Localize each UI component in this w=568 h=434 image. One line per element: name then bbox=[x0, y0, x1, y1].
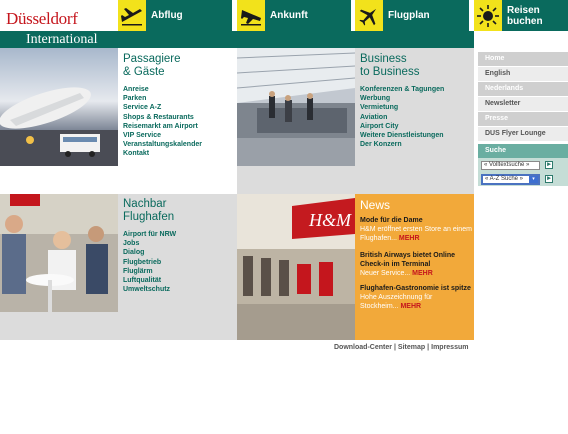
business-links: Konferenzen & Tagungen Werbung Vermietun… bbox=[360, 85, 444, 149]
nav-reisen-label-line2: buchen bbox=[507, 15, 543, 27]
nav-reisen-buchen-button[interactable]: Reisen buchen bbox=[474, 0, 568, 31]
sidebar-item-presse[interactable]: Presse bbox=[478, 112, 568, 126]
terminal-counter-photo[interactable] bbox=[237, 48, 355, 166]
link-anreise[interactable]: Anreise bbox=[123, 85, 202, 94]
link-parken[interactable]: Parken bbox=[123, 94, 202, 103]
chevron-down-icon[interactable]: ▾ bbox=[529, 176, 538, 183]
nav-ankunft-label: Ankunft bbox=[270, 10, 308, 21]
news-item[interactable]: Mode für die Dame H&M eröffnet ersten St… bbox=[360, 216, 472, 243]
logo-dusseldorf[interactable]: Düsseldorf bbox=[6, 10, 78, 27]
nav-flugplan-button[interactable]: Flugplan bbox=[355, 0, 469, 31]
footer-download-center[interactable]: Download-Center bbox=[334, 344, 392, 351]
nav-abflug-button[interactable]: Abflug bbox=[118, 0, 232, 31]
passagiere-title[interactable]: Passagiere & Gäste bbox=[123, 53, 181, 79]
plane-icon bbox=[355, 0, 383, 31]
link-flugbetrieb[interactable]: Flugbetrieb bbox=[123, 258, 176, 267]
link-jobs[interactable]: Jobs bbox=[123, 239, 176, 248]
link-vermietung[interactable]: Vermietung bbox=[360, 103, 444, 112]
sidebar-item-nederlands[interactable]: Nederlands bbox=[478, 82, 568, 96]
nachbar-title[interactable]: Nachbar Flughafen bbox=[123, 198, 174, 224]
business-title-line1: Business bbox=[360, 53, 407, 65]
nav-reisen-label: Reisen buchen bbox=[502, 5, 543, 27]
news-headline: Flughafen-Gastronomie ist spitze bbox=[360, 285, 471, 292]
sidebar-item-newsletter[interactable]: Newsletter bbox=[478, 97, 568, 111]
link-fluglaerm[interactable]: Fluglärm bbox=[123, 267, 176, 276]
nav-reisen-label-line1: Reisen bbox=[507, 4, 540, 16]
sidebar-item-english[interactable]: English bbox=[478, 67, 568, 81]
news-item[interactable]: Flughafen-Gastronomie ist spitze Hohe Au… bbox=[360, 284, 472, 311]
news-headline: British Airways bietet Online Check-in i… bbox=[360, 252, 456, 268]
svg-text:H&M: H&M bbox=[308, 210, 352, 230]
link-der-konzern[interactable]: Der Konzern bbox=[360, 140, 444, 149]
link-umweltschutz[interactable]: Umweltschutz bbox=[123, 285, 176, 294]
departure-plane-icon bbox=[118, 0, 146, 31]
passagiere-links: Anreise Parken Service A-Z Shops & Resta… bbox=[123, 85, 202, 159]
link-weitere-dienstleistungen[interactable]: Weitere Dienstleistungen bbox=[360, 131, 444, 140]
news-more-link[interactable]: MEHR bbox=[412, 270, 433, 277]
link-shops-restaurants[interactable]: Shops & Restaurants bbox=[123, 113, 202, 122]
az-search-go-button[interactable]: ▸ bbox=[545, 175, 553, 183]
fulltext-search-select[interactable]: « Volltextsuche » bbox=[481, 161, 540, 170]
az-search-select-label: « A-Z Suche » bbox=[485, 176, 524, 182]
link-luftqualitaet[interactable]: Luftqualität bbox=[123, 276, 176, 285]
business-title[interactable]: Business to Business bbox=[360, 53, 419, 79]
news-more-link[interactable]: MEHR bbox=[400, 303, 421, 310]
link-werbung[interactable]: Werbung bbox=[360, 94, 444, 103]
nav-abflug-label: Abflug bbox=[151, 10, 183, 21]
link-vip-service[interactable]: VIP Service bbox=[123, 131, 202, 140]
news-text: Neuer Service... bbox=[360, 270, 411, 277]
passagiere-title-line2: & Gäste bbox=[123, 66, 165, 78]
search-header: Suche bbox=[478, 144, 568, 158]
people-photo[interactable] bbox=[0, 194, 118, 312]
logo-international[interactable]: International bbox=[26, 31, 98, 48]
link-kontakt[interactable]: Kontakt bbox=[123, 149, 202, 158]
footer-links: Download-Center | Sitemap | Impressum bbox=[334, 344, 468, 351]
passagiere-title-line1: Passagiere bbox=[123, 53, 181, 65]
link-reisemarkt[interactable]: Reisemarkt am Airport bbox=[123, 122, 202, 131]
sidebar-item-dus-flyer-lounge[interactable]: DUS Flyer Lounge bbox=[478, 127, 568, 141]
link-airport-fuer-nrw[interactable]: Airport für NRW bbox=[123, 230, 176, 239]
footer-impressum[interactable]: Impressum bbox=[431, 344, 468, 351]
news-headline: Mode für die Dame bbox=[360, 217, 423, 224]
news-item[interactable]: British Airways bietet Online Check-in i… bbox=[360, 251, 472, 278]
sun-icon bbox=[474, 0, 502, 31]
nachbar-links: Airport für NRW Jobs Dialog Flugbetrieb … bbox=[123, 230, 176, 294]
news-more-link[interactable]: MEHR bbox=[399, 235, 420, 242]
nachbar-title-line2: Flughafen bbox=[123, 211, 175, 223]
nav-ankunft-button[interactable]: Ankunft bbox=[237, 0, 351, 31]
link-veranstaltungskalender[interactable]: Veranstaltungskalender bbox=[123, 140, 202, 149]
link-aviation[interactable]: Aviation bbox=[360, 113, 444, 122]
az-search-select[interactable]: « A-Z Suche » ▾ bbox=[481, 174, 540, 185]
news-text: Hohe Auszeichnung für Stockheim... bbox=[360, 294, 433, 310]
airplane-photo[interactable] bbox=[0, 48, 118, 166]
nav-flugplan-label: Flugplan bbox=[388, 10, 430, 21]
link-dialog[interactable]: Dialog bbox=[123, 248, 176, 257]
link-service-az[interactable]: Service A-Z bbox=[123, 103, 202, 112]
arrival-plane-icon bbox=[237, 0, 265, 31]
link-konferenzen[interactable]: Konferenzen & Tagungen bbox=[360, 85, 444, 94]
business-title-line2: to Business bbox=[360, 66, 420, 78]
link-airport-city[interactable]: Airport City bbox=[360, 122, 444, 131]
nachbar-title-line1: Nachbar bbox=[123, 198, 167, 210]
footer-sitemap[interactable]: Sitemap bbox=[398, 344, 425, 351]
fulltext-search-go-button[interactable]: ▸ bbox=[545, 161, 553, 169]
shop-photo[interactable]: H&M bbox=[237, 194, 355, 340]
sidebar-item-home[interactable]: Home bbox=[478, 52, 568, 66]
news-title[interactable]: News bbox=[360, 198, 390, 212]
